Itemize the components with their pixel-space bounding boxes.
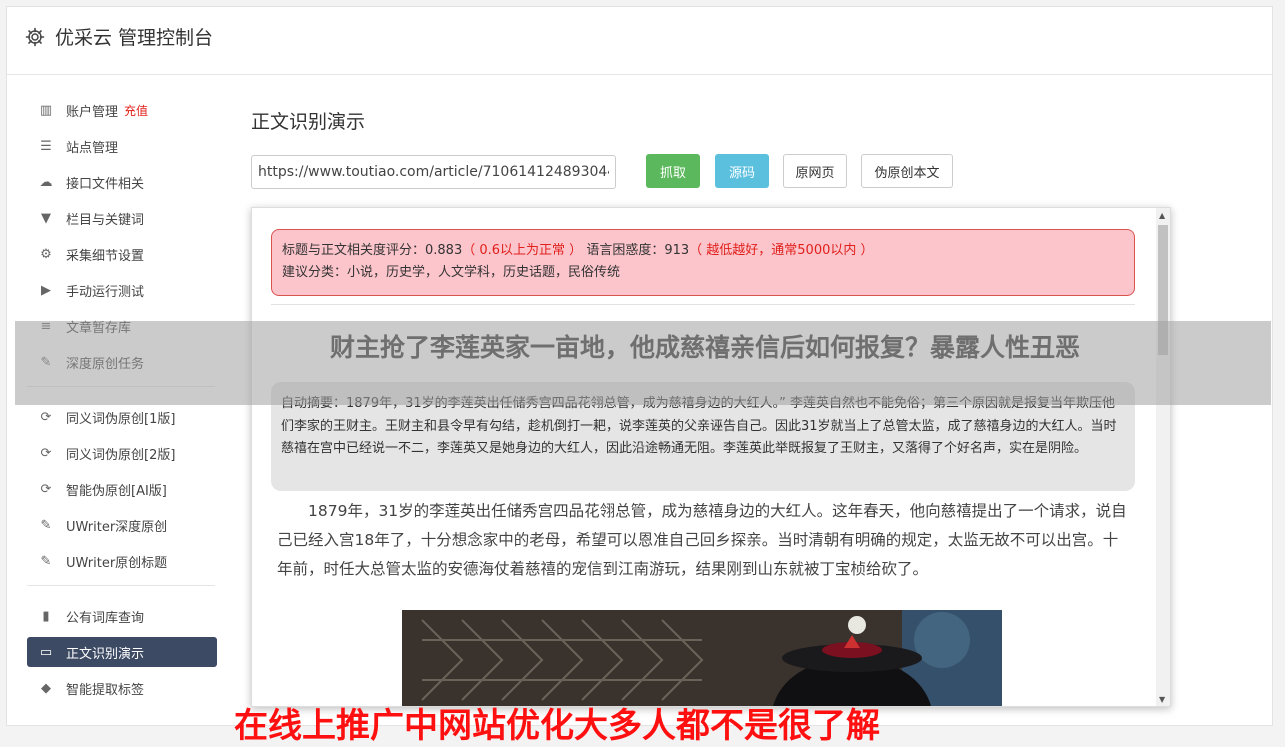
recharge-link[interactable]: 充值 [124, 102, 148, 119]
app-title: 优采云 管理控制台 [55, 27, 214, 49]
sidebar-item-label: UWriter深度原创 [66, 519, 168, 535]
overlay-caption: 在线上推广中网站优化大多人都不是很了解 [234, 706, 880, 746]
sidebar-item-label: 接口文件相关 [66, 176, 145, 192]
sidebar-item-label: UWriter原创标题 [66, 555, 168, 571]
sidebar-item-label: 深度原创任务 [66, 356, 145, 372]
sidebar-item-article-storage[interactable]: ≡ 文章暂存库 [27, 311, 217, 341]
sidebar-item-label: 采集细节设置 [66, 248, 145, 264]
play-circle-icon: ▶ [41, 282, 51, 298]
edit-icon: ✎ [40, 553, 52, 569]
bar-chart-icon: ▥ [39, 102, 53, 118]
sidebar-item-body-recognition[interactable]: ▭ 正文识别演示 [27, 637, 217, 667]
sidebar-divider [27, 386, 215, 387]
desktop-icon: ▭ [39, 644, 53, 660]
perplexity-note: （ 越低越好，通常5000以内 ） [689, 243, 874, 258]
divider [271, 304, 1135, 305]
sidebar-item-label: 栏目与关键词 [66, 212, 145, 228]
refresh-icon: ⟳ [40, 409, 52, 425]
sidebar-item-sites[interactable]: ☰ 站点管理 [27, 131, 217, 161]
article-title: 财主抢了李莲英家一亩地，他成慈禧亲信后如何报复？暴露人性丑恶 [329, 333, 1080, 362]
sidebar-item-account[interactable]: ▥ 账户管理 充值 [27, 95, 217, 125]
sidebar-item-label: 手动运行测试 [66, 284, 145, 300]
sidebar-item-synonym-v1[interactable]: ⟳ 同义词伪原创[1版] [27, 402, 217, 432]
server-icon: ☰ [40, 138, 52, 154]
score-line: 标题与正文相关度评分：0.883（ 0.6以上为正常 ） 语言困惑度：913（ … [282, 240, 1124, 262]
tag-icon: ◆ [41, 680, 51, 696]
abstract-box: 自动摘要：1879年，31岁的李莲英出任储秀宫四品花翎总管，成为慈禧身边的大红人… [271, 382, 1135, 491]
sidebar-item-extract-tags[interactable]: ◆ 智能提取标签 [27, 673, 217, 703]
url-input[interactable] [251, 155, 616, 189]
sidebar-item-label: 站点管理 [66, 140, 119, 156]
sidebar-item-label: 同义词伪原创[2版] [66, 447, 176, 463]
sidebar-item-label: 智能伪原创[AI版] [66, 483, 167, 499]
sidebar-item-label: 文章暂存库 [66, 320, 132, 336]
sidebar-item-ai-pseudo[interactable]: ⟳ 智能伪原创[AI版] [27, 474, 217, 504]
sidebar-item-interface-files[interactable]: ☁ 接口文件相关 [27, 167, 217, 197]
scrollbar-thumb[interactable] [1158, 225, 1168, 355]
scrollbar[interactable]: ▲ ▼ [1156, 208, 1170, 706]
category-line: 建议分类：小说，历史学，人文学科，历史话题，民俗传统 [282, 265, 621, 280]
sidebar-item-uwriter-deep[interactable]: ✎ UWriter深度原创 [27, 510, 217, 540]
article-image [402, 610, 1002, 706]
sidebar-item-label: 同义词伪原创[1版] [66, 411, 176, 427]
sidebar-item-label: 账户管理 [66, 104, 119, 120]
sidebar-item-columns-keywords[interactable]: ▼ 栏目与关键词 [27, 203, 217, 233]
gears-icon: ⚙ [40, 246, 52, 262]
top-bar: 优采云 管理控制台 [7, 7, 1272, 75]
sidebar-item-synonym-v2[interactable]: ⟳ 同义词伪原创[2版] [27, 438, 217, 468]
sidebar-item-label: 正文识别演示 [66, 646, 145, 662]
score-box: 标题与正文相关度评分：0.883（ 0.6以上为正常 ） 语言困惑度：913（ … [271, 229, 1135, 296]
sidebar-item-collect-settings[interactable]: ⚙ 采集细节设置 [27, 239, 217, 269]
source-button[interactable]: 源码 [715, 154, 769, 188]
sidebar-item-label: 智能提取标签 [66, 682, 145, 698]
page-title: 正文识别演示 [251, 111, 366, 133]
relevance-note: （ 0.6以上为正常 ） [462, 243, 583, 258]
cloud-upload-icon: ☁ [39, 174, 53, 190]
sidebar-item-label: 公有词库查询 [66, 610, 145, 626]
article-body: 1879年，31岁的李莲英出任储秀宫四品花翎总管，成为慈禧身边的大红人。这年春天… [277, 502, 1127, 578]
sidebar-item-uwriter-title[interactable]: ✎ UWriter原创标题 [27, 546, 217, 576]
gear-icon [25, 27, 45, 46]
fetch-button[interactable]: 抓取 [646, 154, 700, 188]
refresh-icon: ⟳ [40, 445, 52, 461]
pseudo-original-button[interactable]: 伪原创本文 [861, 154, 953, 188]
original-page-button[interactable]: 原网页 [783, 154, 847, 188]
scroll-up-arrow-icon[interactable]: ▲ [1159, 211, 1165, 220]
sidebar-item-manual-run[interactable]: ▶ 手动运行测试 [27, 275, 217, 305]
perplexity-score: 语言困惑度：913 [586, 243, 690, 258]
console-window: 优采云 管理控制台 ▥ 账户管理 充值 ☰ 站点管理 ☁ 接口文件相关 ▼ 栏目与关键词 … [6, 6, 1273, 726]
sidebar-item-public-lexicon[interactable]: ▮ 公有词库查询 [27, 601, 217, 631]
edit-icon: ✎ [40, 354, 52, 370]
refresh-icon: ⟳ [40, 481, 52, 497]
result-panel[interactable]: 标题与正文相关度评分：0.883（ 0.6以上为正常 ） 语言困惑度：913（ … [251, 207, 1171, 707]
relevance-score: 标题与正文相关度评分：0.883 [282, 243, 463, 258]
edit-icon: ✎ [40, 517, 52, 533]
sidebar-divider [27, 585, 215, 586]
filter-icon: ▼ [41, 210, 51, 226]
sidebar-item-deep-original[interactable]: ✎ 深度原创任务 [27, 347, 217, 377]
brand[interactable]: 优采云 管理控制台 [25, 23, 213, 50]
database-icon: ≡ [40, 318, 52, 334]
book-icon: ▮ [42, 608, 50, 624]
scroll-down-arrow-icon[interactable]: ▼ [1159, 695, 1165, 704]
sidebar: ▥ 账户管理 充值 ☰ 站点管理 ☁ 接口文件相关 ▼ 栏目与关键词 ⚙ 采集细节设置 ▶ 手… [27, 95, 217, 709]
